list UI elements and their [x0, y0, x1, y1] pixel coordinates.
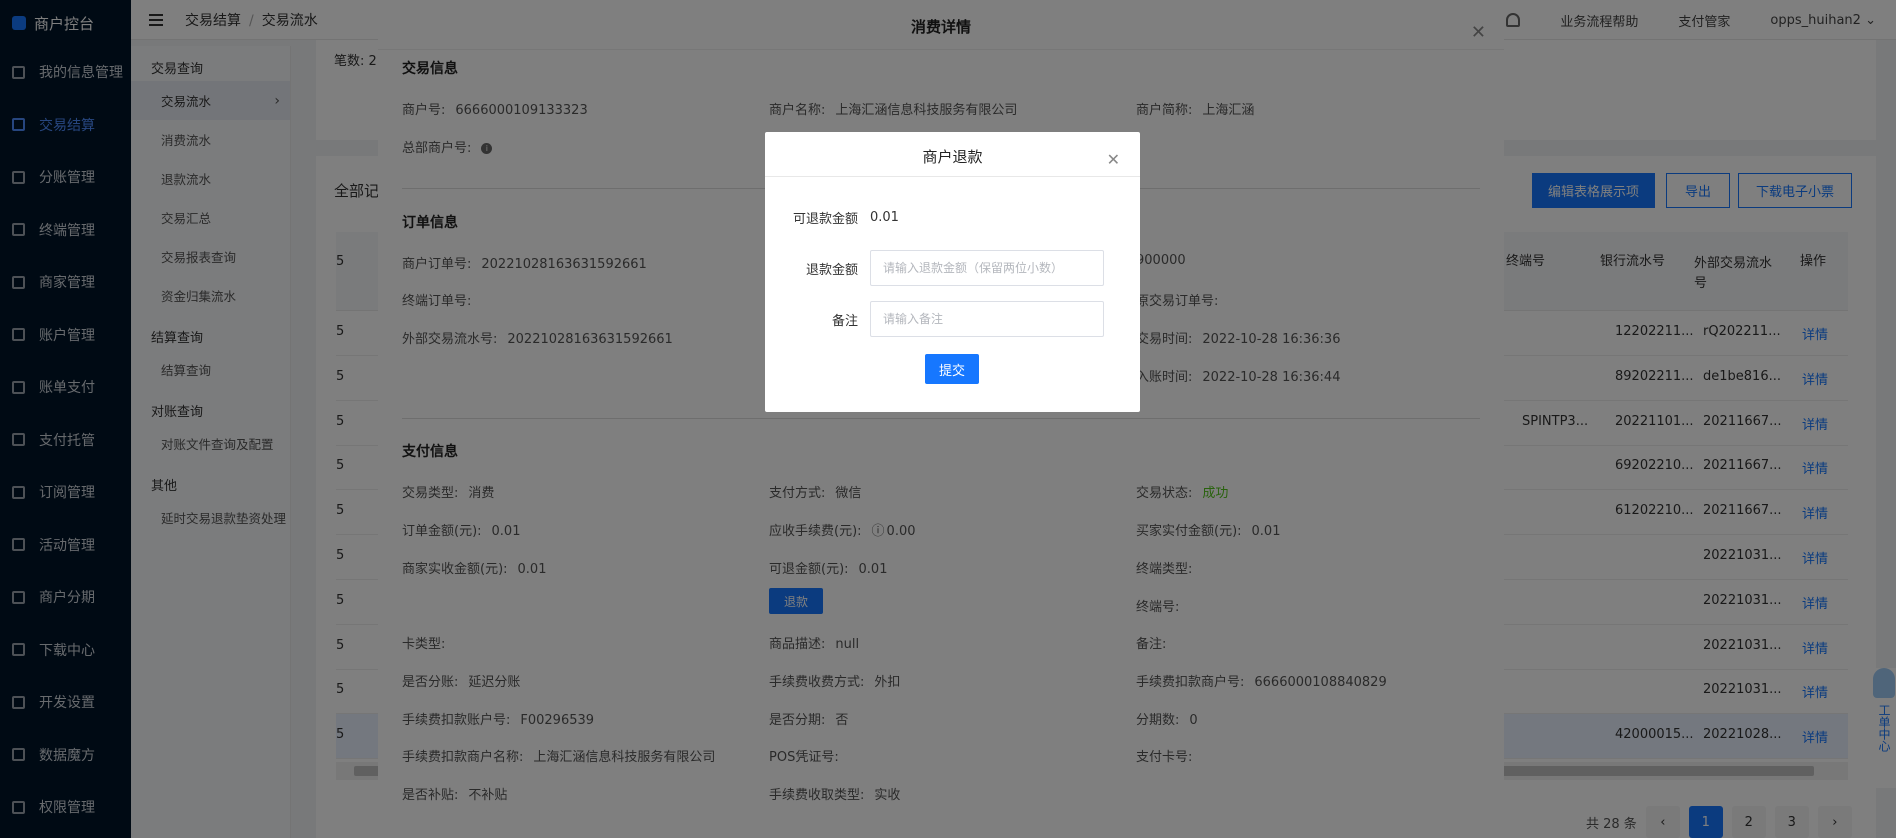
merchant-refund-dialog: 商户退款 ✕ 可退款金额 0.01 退款金额 备注 提交	[765, 132, 1140, 412]
submit-button[interactable]: 提交	[925, 354, 979, 384]
close-icon[interactable]: ✕	[1107, 150, 1120, 169]
refundable-label: 可退款金额	[792, 211, 858, 227]
remark-row: 备注	[765, 301, 1140, 337]
remark-label: 备注	[831, 313, 858, 329]
refund-amount-label: 退款金额	[805, 262, 858, 278]
dialog-title: 商户退款	[765, 132, 1140, 177]
refund-amount-row: 退款金额	[765, 250, 1140, 286]
refundable-row: 可退款金额 0.01	[765, 199, 1140, 235]
refundable-value: 0.01	[870, 209, 899, 225]
dialog-overlay[interactable]	[378, 0, 1504, 838]
remark-input[interactable]	[870, 301, 1104, 337]
refund-amount-input[interactable]	[870, 250, 1104, 286]
